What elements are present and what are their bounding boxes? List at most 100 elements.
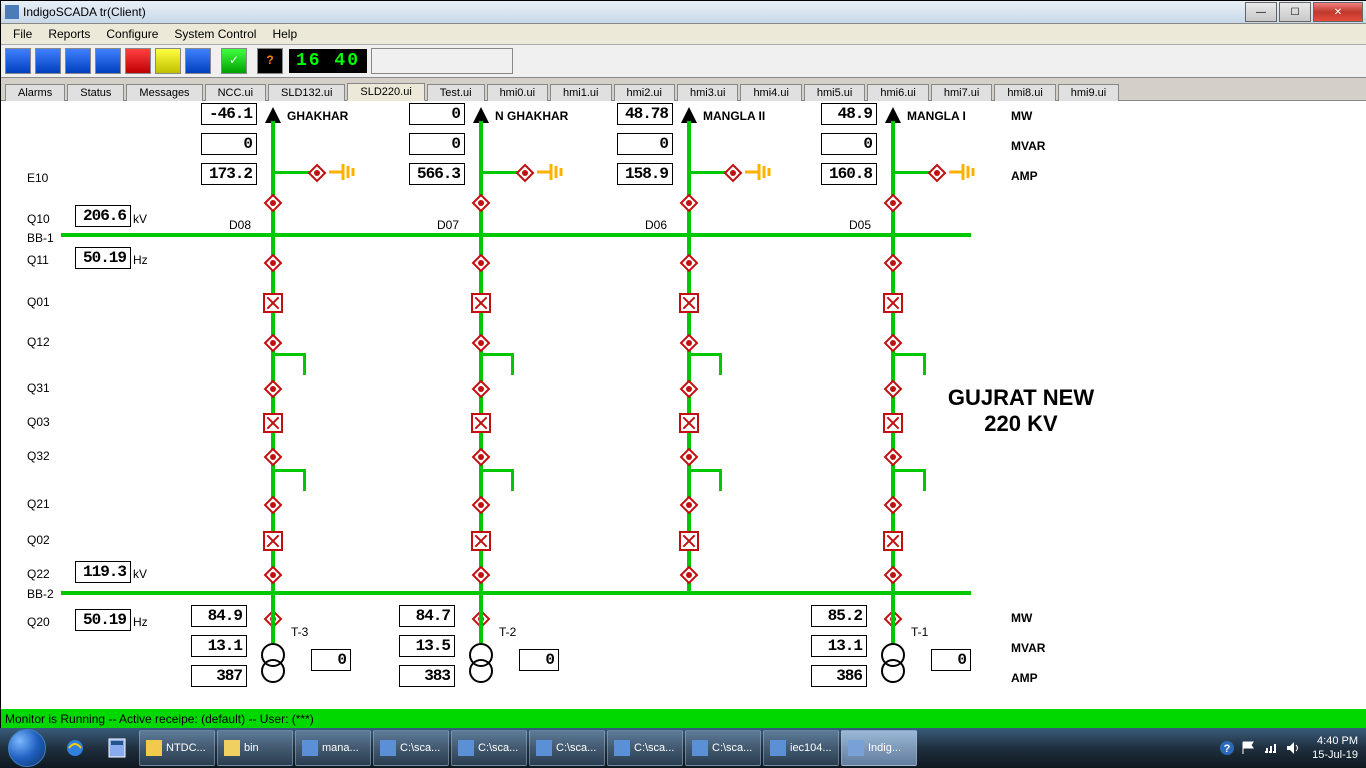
tab-hmi3-ui[interactable]: hmi3.ui	[677, 84, 738, 101]
breaker-3-1[interactable]	[883, 293, 903, 313]
tab-hmi9-ui[interactable]: hmi9.ui	[1058, 84, 1119, 101]
task-0[interactable]: NTDC...	[139, 730, 215, 766]
disc-3-8[interactable]	[883, 565, 903, 585]
disc-gnd-1[interactable]	[515, 163, 535, 183]
close-button[interactable]: ✕	[1313, 2, 1363, 22]
tab-hmi0-ui[interactable]: hmi0.ui	[487, 84, 548, 101]
disc-0-0[interactable]	[263, 253, 283, 273]
stub-b-1	[483, 469, 513, 472]
start-button[interactable]	[0, 728, 54, 768]
task-7[interactable]: C:\sca...	[685, 730, 761, 766]
disc-0-8[interactable]	[263, 565, 283, 585]
tab-hmi8-ui[interactable]: hmi8.ui	[994, 84, 1055, 101]
disc-0-2[interactable]	[263, 333, 283, 353]
toolbar-btn-2[interactable]	[35, 48, 61, 74]
breaker-0-1[interactable]	[263, 293, 283, 313]
disc-3-0[interactable]	[883, 253, 903, 273]
task-8[interactable]: iec104...	[763, 730, 839, 766]
network-tray-icon[interactable]	[1263, 740, 1279, 756]
disc-2-5[interactable]	[679, 447, 699, 467]
task-6[interactable]: C:\sca...	[607, 730, 683, 766]
breaker-0-4[interactable]	[263, 413, 283, 433]
tab-hmi1-ui[interactable]: hmi1.ui	[550, 84, 611, 101]
disc-top-0[interactable]	[263, 193, 283, 213]
toolbar-btn-7[interactable]	[185, 48, 211, 74]
disc-gnd-2[interactable]	[723, 163, 743, 183]
disc-0-5[interactable]	[263, 447, 283, 467]
flag-tray-icon[interactable]	[1241, 740, 1257, 756]
disc-gnd-0[interactable]	[307, 163, 327, 183]
disc-1-8[interactable]	[471, 565, 491, 585]
breaker-1-4[interactable]	[471, 413, 491, 433]
disc-1-3[interactable]	[471, 379, 491, 399]
menu-file[interactable]: File	[5, 25, 40, 43]
maximize-button[interactable]: ☐	[1279, 2, 1311, 22]
tab-Messages[interactable]: Messages	[126, 84, 202, 101]
disc-3-3[interactable]	[883, 379, 903, 399]
tab-Alarms[interactable]: Alarms	[5, 84, 65, 101]
pinned-ie[interactable]	[55, 729, 95, 767]
tab-hmi7-ui[interactable]: hmi7.ui	[931, 84, 992, 101]
minimize-button[interactable]: —	[1245, 2, 1277, 22]
help-tray-icon[interactable]: ?	[1219, 740, 1235, 756]
disc-top-3[interactable]	[883, 193, 903, 213]
toolbar-help-button[interactable]: ?	[257, 48, 283, 74]
volume-tray-icon[interactable]	[1285, 740, 1301, 756]
disc-2-6[interactable]	[679, 495, 699, 515]
toolbar-btn-4[interactable]	[95, 48, 121, 74]
toolbar-btn-1[interactable]	[5, 48, 31, 74]
menu-help[interactable]: Help	[264, 25, 305, 43]
tab-Status[interactable]: Status	[67, 84, 124, 101]
breaker-1-1[interactable]	[471, 293, 491, 313]
disc-1-2[interactable]	[471, 333, 491, 353]
breaker-1-7[interactable]	[471, 531, 491, 551]
disc-2-3[interactable]	[679, 379, 699, 399]
disc-3-5[interactable]	[883, 447, 903, 467]
toolbar-btn-6[interactable]	[155, 48, 181, 74]
tab-SLD220-ui[interactable]: SLD220.ui	[347, 83, 424, 101]
pinned-calculator[interactable]	[97, 729, 137, 767]
tab-hmi5-ui[interactable]: hmi5.ui	[804, 84, 865, 101]
disc-2-0[interactable]	[679, 253, 699, 273]
disc-1-5[interactable]	[471, 447, 491, 467]
task-4[interactable]: C:\sca...	[451, 730, 527, 766]
titlebar[interactable]: IndigoSCADA tr(Client) — ☐ ✕	[1, 1, 1366, 24]
tray-clock[interactable]: 4:40 PM 15-Jul-19	[1312, 734, 1358, 762]
tab-hmi4-ui[interactable]: hmi4.ui	[740, 84, 801, 101]
breaker-3-4[interactable]	[883, 413, 903, 433]
disc-2-2[interactable]	[679, 333, 699, 353]
tab-SLD132-ui[interactable]: SLD132.ui	[268, 84, 345, 101]
breaker-0-7[interactable]	[263, 531, 283, 551]
task-1[interactable]: bin	[217, 730, 293, 766]
task-label-4: C:\sca...	[478, 742, 518, 754]
disc-0-6[interactable]	[263, 495, 283, 515]
disc-gnd-3[interactable]	[927, 163, 947, 183]
feeder-name-3: MANGLA I	[907, 109, 966, 123]
menu-system-control[interactable]: System Control	[166, 25, 264, 43]
disc-1-0[interactable]	[471, 253, 491, 273]
breaker-2-7[interactable]	[679, 531, 699, 551]
menu-configure[interactable]: Configure	[98, 25, 166, 43]
tab-NCC-ui[interactable]: NCC.ui	[205, 84, 266, 101]
disc-1-6[interactable]	[471, 495, 491, 515]
disc-0-3[interactable]	[263, 379, 283, 399]
disc-3-2[interactable]	[883, 333, 903, 353]
tab-hmi6-ui[interactable]: hmi6.ui	[867, 84, 928, 101]
toolbar-btn-3[interactable]	[65, 48, 91, 74]
tab-hmi2-ui[interactable]: hmi2.ui	[614, 84, 675, 101]
task-5[interactable]: C:\sca...	[529, 730, 605, 766]
menu-reports[interactable]: Reports	[40, 25, 98, 43]
toolbar-ack-button[interactable]: ✓	[221, 48, 247, 74]
disc-3-6[interactable]	[883, 495, 903, 515]
task-3[interactable]: C:\sca...	[373, 730, 449, 766]
disc-2-8[interactable]	[679, 565, 699, 585]
toolbar-btn-5[interactable]	[125, 48, 151, 74]
breaker-2-1[interactable]	[679, 293, 699, 313]
breaker-3-7[interactable]	[883, 531, 903, 551]
breaker-2-4[interactable]	[679, 413, 699, 433]
task-2[interactable]: mana...	[295, 730, 371, 766]
task-9[interactable]: Indig...	[841, 730, 917, 766]
disc-top-1[interactable]	[471, 193, 491, 213]
tab-Test-ui[interactable]: Test.ui	[427, 84, 485, 101]
disc-top-2[interactable]	[679, 193, 699, 213]
